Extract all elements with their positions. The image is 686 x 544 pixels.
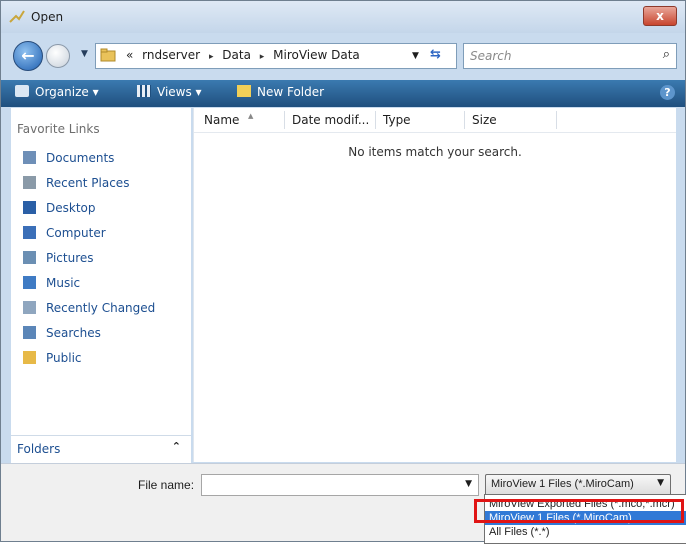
folder-icon (100, 48, 116, 62)
column-name[interactable]: Name ▲ (204, 112, 253, 131)
folders-toggle[interactable]: Folders ⌃ (11, 435, 191, 463)
computer-icon (23, 226, 36, 239)
navigation-bar: ← ▼ « rndserver ▸ Data ▸ MiroView Data ▼… (1, 35, 685, 75)
sidebar-item-label: Desktop (46, 201, 96, 215)
searches-icon (23, 326, 36, 339)
sidebar-item-label: Recent Places (46, 176, 130, 190)
back-button[interactable]: ← (13, 41, 43, 71)
sidebar-item-label: Music (46, 276, 81, 290)
sidebar-item-desktop[interactable]: Desktop (23, 201, 96, 221)
column-divider[interactable] (375, 111, 376, 129)
recently-changed-icon (23, 301, 36, 314)
documents-icon (23, 151, 36, 164)
file-name-dropdown[interactable]: ▼ (465, 479, 472, 489)
close-button[interactable]: x (643, 6, 677, 26)
column-divider[interactable] (556, 111, 557, 129)
breadcrumb-overflow[interactable]: « (126, 48, 133, 62)
new-folder-button[interactable]: New Folder (237, 85, 324, 99)
organize-label: Organize ▾ (35, 85, 99, 99)
sidebar-item-label: Pictures (46, 251, 94, 265)
folders-label: Folders (17, 442, 61, 456)
favorite-links-title: Favorite Links (17, 122, 100, 136)
desktop-icon (23, 201, 36, 214)
recent-places-icon (23, 176, 36, 189)
chevron-down-icon[interactable]: ▼ (657, 478, 664, 488)
views-icon (137, 85, 151, 97)
forward-button[interactable] (46, 44, 70, 68)
sidebar-item-label: Public (46, 351, 82, 365)
file-type-select[interactable]: MiroView 1 Files (*.MiroCam) ▼ (485, 474, 671, 496)
public-folder-icon (23, 351, 36, 364)
file-type-option[interactable]: All Files (*.*) (485, 525, 686, 539)
search-input[interactable]: Search (470, 49, 512, 63)
sidebar-item-recently-changed[interactable]: Recently Changed (23, 301, 155, 321)
column-size[interactable]: Size (472, 113, 497, 131)
window-title: Open (31, 10, 64, 24)
sidebar-item-label: Computer (46, 226, 106, 240)
file-name-input[interactable]: ▼ (201, 474, 479, 496)
breadcrumb-separator[interactable]: ▸ (260, 52, 265, 62)
breadcrumb: « rndserver ▸ Data ▸ MiroView Data (126, 48, 365, 62)
sidebar-item-label: Documents (46, 151, 115, 165)
sort-caret-icon: ▲ (248, 112, 254, 120)
organize-button[interactable]: Organize ▾ (15, 85, 99, 99)
file-name-label: File name: (138, 478, 195, 492)
column-name-label: Name (204, 113, 240, 127)
column-divider[interactable] (284, 111, 285, 129)
sidebar-item-pictures[interactable]: Pictures (23, 251, 94, 271)
breadcrumb-rndserver[interactable]: rndserver (142, 48, 200, 62)
new-folder-label: New Folder (257, 85, 325, 99)
open-dialog: Open x ← ▼ « rndserver ▸ Data ▸ MiroView… (0, 0, 686, 542)
sidebar-item-searches[interactable]: Searches (23, 326, 101, 346)
views-button[interactable]: Views ▾ (137, 85, 202, 99)
address-bar[interactable]: « rndserver ▸ Data ▸ MiroView Data ▼ ⇆ (95, 43, 457, 69)
column-header-row: Name ▲ Date modif... Type Size (194, 108, 676, 133)
sidebar-item-public[interactable]: Public (23, 351, 82, 371)
breadcrumb-miroview-data[interactable]: MiroView Data (273, 48, 360, 62)
empty-message: No items match your search. (348, 145, 522, 159)
views-label: Views ▾ (157, 85, 202, 99)
sidebar-item-music[interactable]: Music (23, 276, 80, 296)
breadcrumb-data[interactable]: Data (222, 48, 251, 62)
command-toolbar: Organize ▾ Views ▾ New Folder ? (1, 80, 685, 107)
music-icon (23, 276, 36, 289)
pictures-icon (23, 251, 36, 264)
title-bar: Open x (1, 1, 685, 33)
column-divider[interactable] (464, 111, 465, 129)
sidebar-item-recent-places[interactable]: Recent Places (23, 176, 129, 196)
column-date-modified[interactable]: Date modif... (292, 113, 369, 131)
refresh-icon[interactable]: ⇆ (430, 47, 441, 62)
history-dropdown[interactable]: ▼ (81, 49, 88, 59)
search-icon[interactable]: ⌕ (663, 47, 670, 62)
sidebar-item-label: Recently Changed (46, 301, 156, 315)
file-list: Name ▲ Date modif... Type Size No items m… (193, 108, 676, 462)
sidebar-item-documents[interactable]: Documents (23, 151, 114, 171)
new-folder-icon (237, 85, 251, 97)
chevron-up-icon[interactable]: ⌃ (172, 440, 181, 453)
sidebar-item-computer[interactable]: Computer (23, 226, 106, 246)
file-type-selected: MiroView 1 Files (*.MiroCam) (491, 478, 634, 490)
column-type[interactable]: Type (383, 113, 411, 131)
address-dropdown[interactable]: ▼ (412, 51, 419, 61)
highlight-box (474, 499, 684, 523)
open-icon (9, 10, 25, 23)
organize-icon (15, 85, 29, 97)
sidebar-item-label: Searches (46, 326, 101, 340)
help-icon[interactable]: ? (660, 85, 675, 100)
search-box[interactable]: Search ⌕ (463, 43, 677, 69)
breadcrumb-separator[interactable]: ▸ (209, 52, 214, 62)
favorite-links-pane: Favorite Links Documents Recent Places D… (11, 108, 191, 462)
